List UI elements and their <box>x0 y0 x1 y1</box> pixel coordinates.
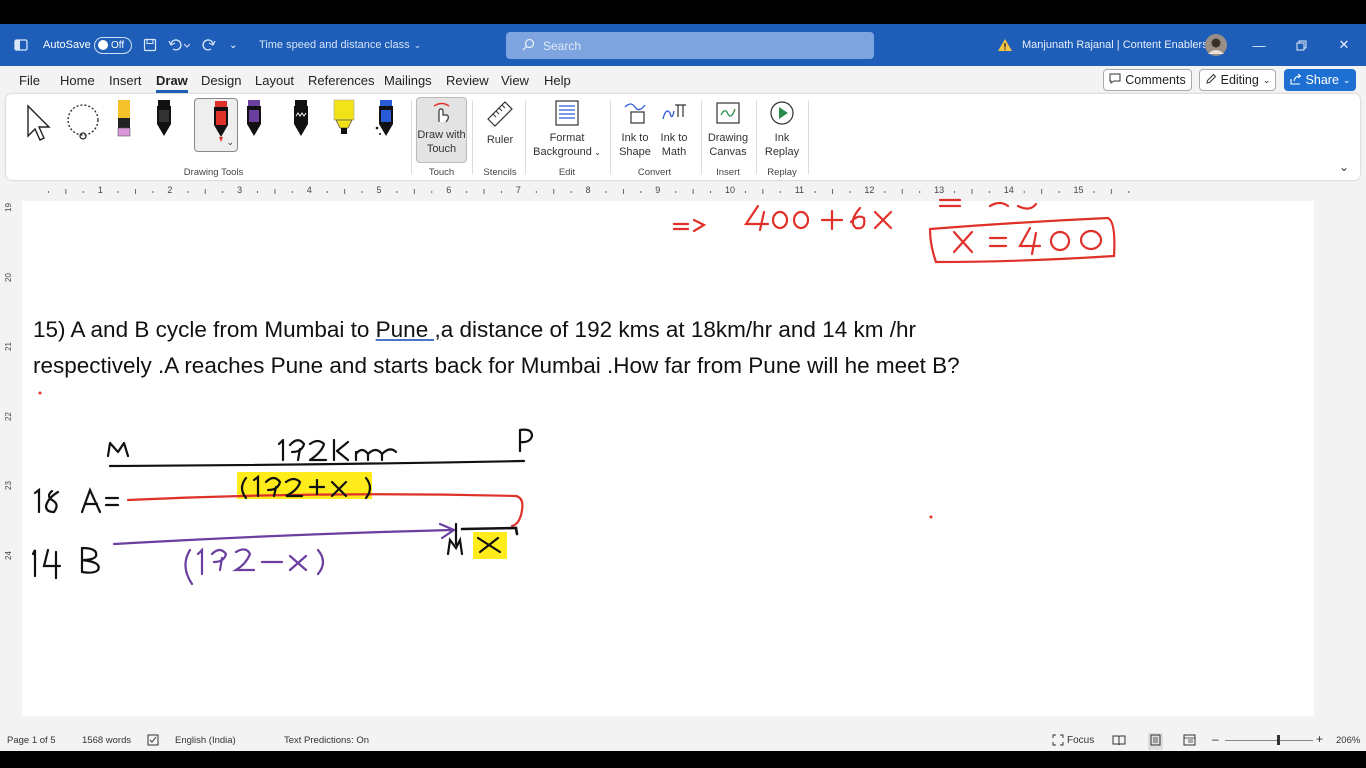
ink-B-label <box>80 546 100 574</box>
proofing-icon[interactable] <box>147 734 160 749</box>
question-line-1-start: 15) A and B cycle from Mumbai to <box>33 317 376 342</box>
status-bar: Page 1 of 5 1568 words English (India) T… <box>0 731 1366 751</box>
text-predictions[interactable]: Text Predictions: On <box>284 735 369 746</box>
ink-dot <box>38 391 42 395</box>
web-layout-icon[interactable] <box>1183 734 1196 749</box>
ink-A-label <box>80 487 102 514</box>
question-text[interactable]: 15) A and B cycle from Mumbai to Pune ,a… <box>33 312 1213 384</box>
ink-14-label <box>31 548 62 580</box>
bottom-border <box>0 751 1366 768</box>
ink-top-expression <box>672 198 1038 233</box>
ink-road-line <box>108 459 526 468</box>
zoom-slider[interactable] <box>1225 740 1313 741</box>
ink-A-row <box>33 472 524 528</box>
ink-equals <box>104 496 120 507</box>
ink-B-row <box>31 522 519 586</box>
word-count[interactable]: 1568 words <box>82 735 131 746</box>
ink-layer <box>31 198 1116 586</box>
ink-dot <box>929 515 933 519</box>
zoom-in-button[interactable]: + <box>1316 732 1323 746</box>
question-line-2: respectively .A reaches Pune and starts … <box>33 353 960 378</box>
focus-label[interactable]: Focus <box>1067 735 1094 746</box>
ink-P-label <box>518 428 534 453</box>
page-count[interactable]: Page 1 of 5 <box>7 735 56 746</box>
question-pune: Pune , <box>375 317 441 342</box>
ink-B-expr <box>184 547 325 586</box>
print-layout-icon[interactable] <box>1148 733 1163 750</box>
zoom-level[interactable]: 206% <box>1336 735 1360 746</box>
question-line-1: 15) A and B cycle from Mumbai to Pune ,a… <box>33 312 1213 348</box>
read-mode-icon[interactable] <box>1112 734 1126 749</box>
zoom-out-button[interactable]: – <box>1212 732 1219 746</box>
app-window: AutoSave Off ⌄ Time speed and distance c… <box>0 0 1366 768</box>
language[interactable]: English (India) <box>175 735 236 746</box>
ink-distance-label <box>277 438 398 462</box>
focus-icon[interactable] <box>1052 734 1064 749</box>
ink-diagram-black <box>106 428 534 468</box>
ink-boxed-answer <box>928 216 1116 264</box>
ink-M-label <box>106 441 130 458</box>
ink-18-label <box>33 487 60 514</box>
question-line-1-end: a distance of 192 kms at 18km/hr and 14 … <box>440 317 916 342</box>
zoom-slider-thumb[interactable] <box>1277 735 1280 745</box>
